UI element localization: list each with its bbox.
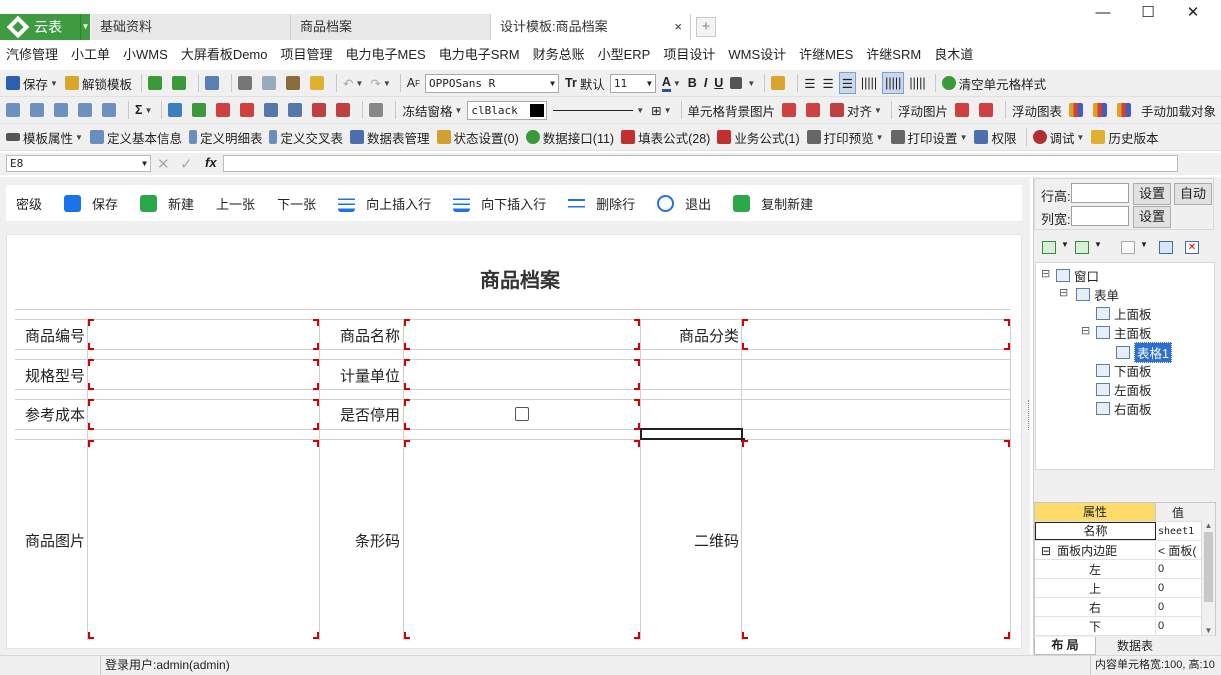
layout-rows-icon[interactable] [1075,241,1089,254]
col-width-label: 列宽: [1041,212,1071,227]
tree-node-form[interactable]: 表单 [1076,285,1119,304]
property-row[interactable]: 下 0 [1035,617,1215,636]
debug-label: 调试 [1049,131,1075,146]
prop-value: 0 [1158,582,1165,594]
layout-split-icon[interactable] [1042,241,1056,254]
delete-node-icon[interactable]: ✕ [1185,241,1199,254]
splitter-handle[interactable] [1028,400,1032,430]
panel-bottom-tabs: 布 局 数据表 [1034,637,1216,655]
prop-name: 左 [1035,560,1156,578]
property-scrollbar[interactable]: ▲ ▼ [1201,521,1215,635]
tree-node-table1[interactable]: 表格1 [1116,342,1172,363]
close-window-icon[interactable]: ✕ [1170,0,1216,26]
panel-node-icon [1096,307,1110,320]
window-node-icon [1056,269,1070,282]
history-button[interactable]: 历史版本 [1089,126,1160,148]
prop-value: sheet1 [1158,525,1195,537]
manual-load-button[interactable]: 手动加载对象 [1139,99,1218,121]
property-header: 属性 值 [1035,503,1215,522]
scroll-down-icon[interactable]: ▼ [1202,626,1215,635]
tree-node-label: 上面板 [1114,308,1152,322]
auto-row-height-button[interactable]: 自动 [1174,183,1212,205]
dropdown-icon[interactable]: ▼ [1061,240,1069,249]
property-row[interactable]: ⊟ 面板内边距 < 面板( [1035,541,1215,560]
property-row[interactable]: 名称 sheet1 [1035,522,1215,541]
panel-node-icon [1096,402,1110,415]
maximize-icon[interactable]: ☐ [1125,0,1171,26]
prop-value: 0 [1158,620,1165,632]
set-row-height-button[interactable]: 设置 [1133,183,1171,205]
col-width-input[interactable] [1071,206,1129,226]
tree-node-label: 左面板 [1114,384,1152,398]
prop-value: < 面板( [1158,543,1197,558]
debug-button[interactable]: 调试 ▼ [1031,126,1087,148]
prop-name: 名称 [1035,522,1156,540]
prop-name: 下 [1035,617,1156,635]
form-node-icon [1076,288,1090,301]
prop-name: 上 [1035,579,1156,597]
panel-icon[interactable] [1121,241,1135,254]
set-col-width-button[interactable]: 设置 [1133,206,1171,228]
bug-icon [1032,130,1047,144]
prop-name-text: 面板内边距 [1057,543,1118,558]
prop-name-header: 属性 [1035,503,1156,521]
tree-node-bottom-panel[interactable]: 下面板 [1096,361,1152,380]
prop-value: 0 [1158,601,1165,613]
history-icon [1091,130,1106,144]
row-height-input[interactable] [1071,183,1129,203]
panel-node-icon [1096,364,1110,377]
status-cell-info: 内容单元格宽:100, 高:10 [1090,656,1215,675]
tree-node-label: 窗口 [1074,270,1100,284]
property-row[interactable]: 上 0 [1035,579,1215,598]
chart-2-button[interactable] [1091,99,1112,121]
scroll-up-icon[interactable]: ▲ [1202,521,1215,530]
panel-node-icon [1096,326,1110,339]
table-node-icon [1116,346,1130,359]
prop-value: 0 [1158,563,1165,575]
prop-name: ⊟ 面板内边距 [1035,541,1156,559]
tree-toolbar: ▼ ▼ ▼ ✕ [1035,236,1215,260]
collapse-icon[interactable]: ⊟ [1081,324,1090,337]
prop-name: 右 [1035,598,1156,616]
property-row[interactable]: 右 0 [1035,598,1215,617]
status-bar: 登录用户:admin(admin) 内容单元格宽:100, 高:10 [0,655,1221,675]
bar-chart-icon [1093,103,1107,117]
tree-node-main-panel[interactable]: 主面板 [1096,323,1152,342]
prop-value-header: 值 [1171,505,1184,520]
tree-node-label: 右面板 [1114,403,1152,417]
collapse-icon[interactable]: ⊟ [1059,286,1068,299]
tree-node-top-panel[interactable]: 上面板 [1096,304,1152,323]
window-icon[interactable] [1159,241,1173,254]
tree-node-label: 表单 [1094,289,1120,303]
tree-node-window[interactable]: 窗口 [1056,266,1099,285]
dropdown-icon[interactable]: ▼ [1140,240,1148,249]
tree-node-label: 主面板 [1114,327,1152,341]
tree-node-left-panel[interactable]: 左面板 [1096,380,1152,399]
property-grid: 属性 值 名称 sheet1 ⊟ 面板内边距 < 面板( 左 0 上 0 右 0 … [1034,502,1216,636]
history-label: 历史版本 [1108,131,1159,146]
chart-1-button[interactable] [1067,99,1088,121]
status-user: 登录用户:admin(admin) [100,656,230,675]
panel-node-icon [1096,383,1110,396]
tree-node-label-selected: 表格1 [1134,342,1172,363]
dropdown-icon[interactable]: ▼ [1094,240,1102,249]
bar-chart-icon [1117,103,1131,117]
input-corner-markers [88,319,1010,639]
property-row[interactable]: 左 0 [1035,560,1215,579]
chart-3-button[interactable] [1115,99,1136,121]
scroll-thumb[interactable] [1204,532,1213,602]
bar-chart-icon [1069,103,1083,117]
collapse-icon[interactable]: ⊟ [1041,267,1050,280]
tree-node-right-panel[interactable]: 右面板 [1096,399,1152,418]
tab-layout[interactable]: 布 局 [1034,637,1096,655]
minimize-icon[interactable]: — [1080,0,1126,26]
component-tree: ⊟ 窗口 ⊟ 表单 上面板 ⊟ 主面板 表格1 下面板 左面板 右面板 [1035,262,1215,470]
tab-data-table[interactable]: 数据表 [1100,637,1170,655]
tree-node-label: 下面板 [1114,365,1152,379]
row-height-label: 行高: [1041,189,1071,204]
